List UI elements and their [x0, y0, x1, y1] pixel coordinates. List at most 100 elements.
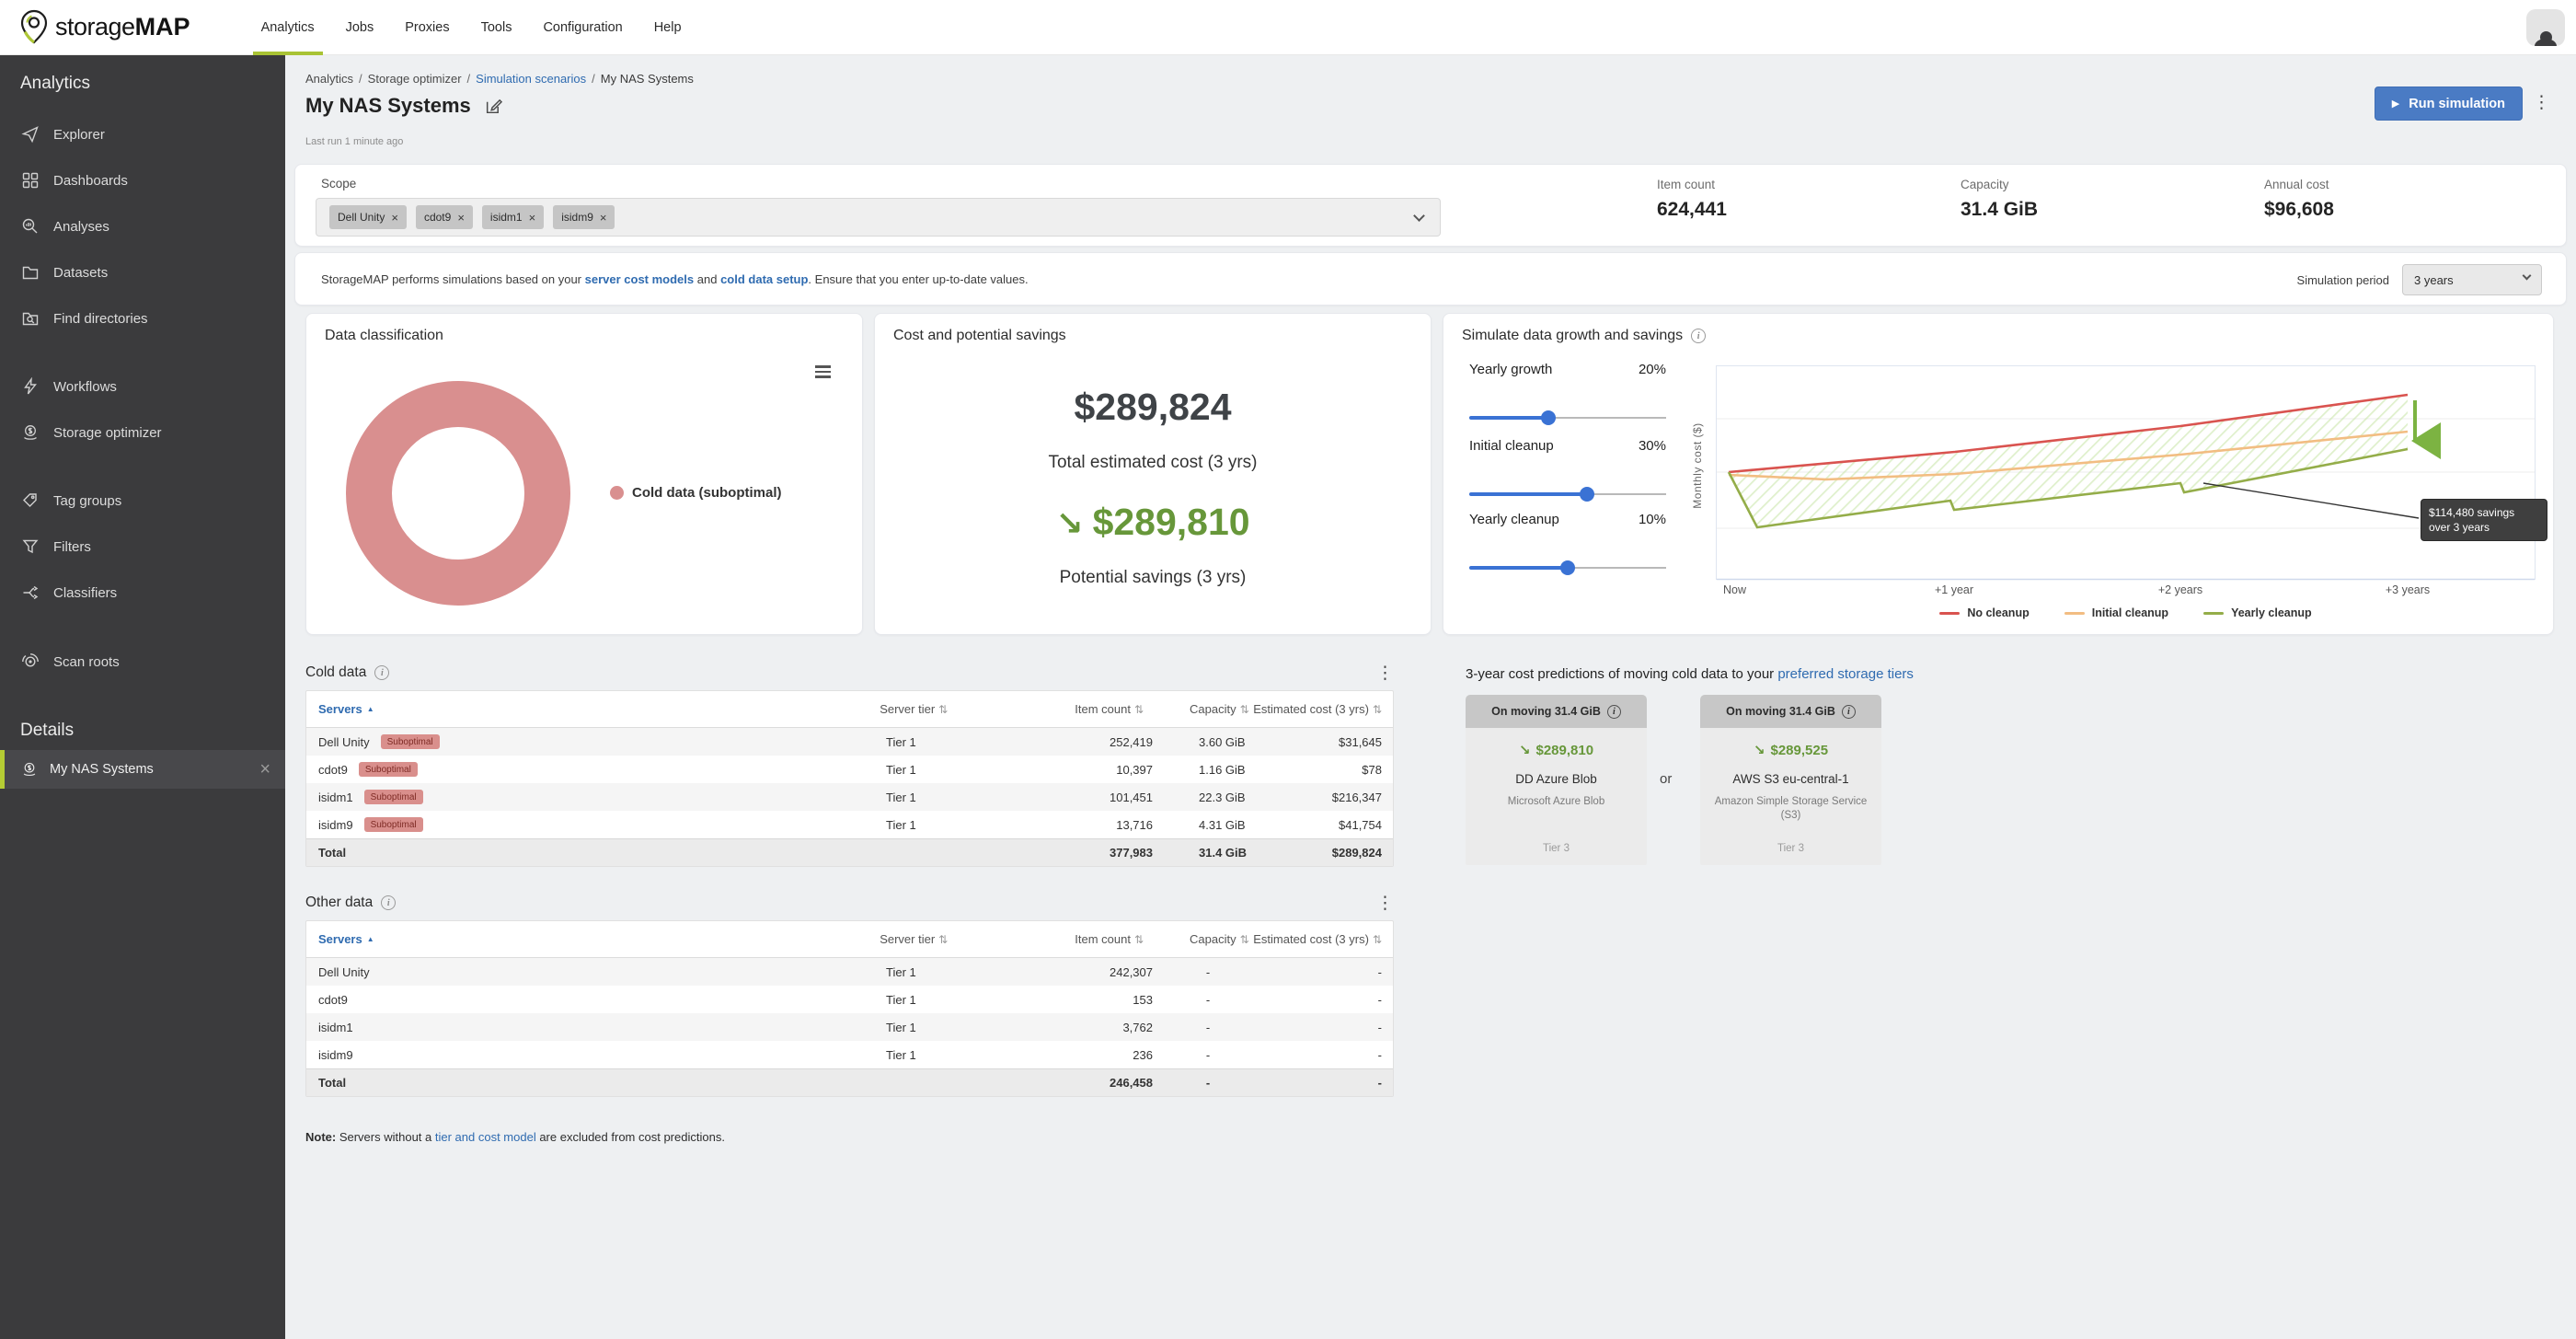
table-row: isidm9Suboptimal Tier 113,716 4.31 GiB$4… [306, 811, 1393, 838]
sidebar-item-datasets[interactable]: Datasets [0, 249, 285, 295]
slider-thumb[interactable] [1541, 410, 1556, 425]
dollar-coin-icon [21, 423, 40, 442]
sidebar-item-storage-optimizer[interactable]: Storage optimizer [0, 410, 285, 456]
table-row: isidm1Suboptimal Tier 1101,451 22.3 GiB$… [306, 783, 1393, 811]
sort-icon: ⇅ [1240, 703, 1249, 716]
chart-legend: No cleanup Initial cleanup Yearly cleanu… [1716, 606, 2536, 619]
top-bar: storageMAP Analytics Jobs Proxies Tools … [0, 0, 2576, 55]
sort-item-count[interactable]: Item count⇅ [1007, 932, 1144, 946]
scope-label: Scope [321, 177, 356, 190]
chart-menu-icon[interactable] [815, 365, 831, 381]
sidebar-item-explorer[interactable]: Explorer [0, 111, 285, 157]
sort-server-tier[interactable]: Server tier⇅ [880, 932, 1006, 946]
yearly-cleanup-slider[interactable] [1469, 560, 1666, 575]
sort-server-tier[interactable]: Server tier⇅ [880, 702, 1006, 716]
sidebar-item-filters[interactable]: Filters [0, 524, 285, 570]
server-cost-models-link[interactable]: server cost models [585, 272, 695, 286]
edit-title-button[interactable] [484, 97, 503, 116]
breadcrumb-simulation-scenarios-link[interactable]: Simulation scenarios [476, 72, 586, 86]
growth-chart: Now +1 year +2 years +3 years [1716, 365, 2536, 602]
cold-data-title: Cold datai [305, 664, 389, 681]
card-title: Data classification [325, 328, 443, 344]
other-data-kebab-menu[interactable]: ⋮ [1376, 895, 1394, 912]
or-separator: or [1660, 771, 1672, 787]
footnote: Note: Servers without a tier and cost mo… [305, 1130, 725, 1144]
card-title: Simulate data growth and savings [1462, 328, 1683, 344]
remove-tag-icon[interactable]: × [529, 211, 536, 225]
table-row: Dell UnityTier 1 242,307- - [306, 958, 1393, 986]
cold-data-kebab-menu[interactable]: ⋮ [1376, 664, 1394, 682]
sort-asc-icon: ▲ [367, 705, 374, 713]
user-avatar[interactable] [2526, 9, 2565, 46]
remove-tag-icon[interactable]: × [391, 211, 398, 225]
sort-estimated-cost[interactable]: Estimated cost (3 yrs)⇅ [1253, 702, 1393, 716]
nav-tools[interactable]: Tools [466, 0, 528, 55]
sort-servers[interactable]: Servers [318, 932, 362, 946]
slider-thumb[interactable] [1560, 560, 1575, 575]
sidebar-item-scan-roots[interactable]: Scan roots [0, 639, 285, 685]
map-pin-icon [18, 8, 50, 47]
sidebar-item-workflows[interactable]: Workflows [0, 364, 285, 410]
scope-multiselect[interactable]: Dell Unity× cdot9× isidm1× isidm9× [316, 198, 1441, 237]
main-content: Analytics/Storage optimizer/Simulation s… [285, 55, 2576, 1339]
table-total-row: Total 246,458- - [306, 1068, 1393, 1096]
initial-cleanup-slider-group: Initial cleanup30% [1469, 438, 1666, 502]
sort-capacity[interactable]: Capacity⇅ [1144, 932, 1253, 946]
info-icon[interactable]: i [1691, 329, 1706, 343]
magnifier-chart-icon [21, 217, 40, 236]
sort-servers[interactable]: Servers [318, 702, 362, 716]
yearly-growth-slider[interactable] [1469, 410, 1666, 425]
tier-and-cost-model-link[interactable]: tier and cost model [435, 1130, 536, 1144]
run-simulation-button[interactable]: ▶ Run simulation [2375, 87, 2523, 121]
last-run-status: Last run 1 minute ago [305, 136, 403, 147]
x-tick-3years: +3 years [2386, 583, 2430, 596]
sort-item-count[interactable]: Item count⇅ [1007, 702, 1144, 716]
savings-tooltip: $114,480 savings over 3 years [2421, 499, 2547, 541]
info-icon[interactable]: i [1842, 705, 1856, 719]
prediction-provider: Microsoft Azure Blob [1508, 795, 1604, 809]
nav-analytics[interactable]: Analytics [246, 0, 330, 55]
sidebar-item-find-directories[interactable]: Find directories [0, 295, 285, 341]
prediction-savings: ↘$289,525 [1754, 742, 1828, 758]
info-icon[interactable]: i [1607, 705, 1621, 719]
breadcrumb-current: My NAS Systems [601, 72, 694, 86]
funnel-icon [21, 537, 40, 556]
breadcrumb: Analytics/Storage optimizer/Simulation s… [305, 72, 694, 86]
sidebar-item-analyses[interactable]: Analyses [0, 203, 285, 249]
initial-cleanup-slider[interactable] [1469, 487, 1666, 502]
legend-dash [1939, 612, 1960, 615]
details-item-my-nas-systems[interactable]: My NAS Systems × [0, 750, 285, 789]
remove-tag-icon[interactable]: × [600, 211, 607, 225]
folder-icon [21, 263, 40, 282]
x-tick-now: Now [1723, 583, 1747, 596]
sidebar-item-classifiers[interactable]: Classifiers [0, 570, 285, 616]
nav-jobs[interactable]: Jobs [330, 0, 390, 55]
banner-text: StorageMAP performs simulations based on… [321, 272, 1029, 286]
close-icon[interactable]: × [259, 760, 270, 779]
storagemap-logo[interactable]: storageMAP [18, 8, 190, 47]
simulation-period-select[interactable]: 3 years [2402, 264, 2542, 295]
legend-dash [2064, 612, 2085, 615]
slider-thumb[interactable] [1580, 487, 1594, 502]
sort-icon: ⇅ [938, 933, 948, 946]
info-icon[interactable]: i [374, 665, 389, 680]
nav-proxies[interactable]: Proxies [389, 0, 465, 55]
prediction-option-aws: On moving 31.4 GiBi ↘$289,525 AWS S3 eu-… [1700, 695, 1881, 865]
nav-help[interactable]: Help [638, 0, 697, 55]
suboptimal-badge: Suboptimal [364, 817, 423, 832]
sort-estimated-cost[interactable]: Estimated cost (3 yrs)⇅ [1253, 932, 1393, 946]
prediction-provider: Amazon Simple Storage Service (S3) [1708, 795, 1874, 823]
simulate-growth-card: Simulate data growth and savings i Yearl… [1443, 313, 2554, 635]
sidebar-item-tag-groups[interactable]: Tag groups [0, 478, 285, 524]
remove-tag-icon[interactable]: × [457, 211, 465, 225]
cold-data-setup-link[interactable]: cold data setup [720, 272, 808, 286]
preferred-storage-tiers-link[interactable]: preferred storage tiers [1777, 666, 1914, 682]
sidebar-item-dashboards[interactable]: Dashboards [0, 157, 285, 203]
sort-capacity[interactable]: Capacity⇅ [1144, 702, 1253, 716]
card-title: Cost and potential savings [893, 328, 1066, 344]
info-icon[interactable]: i [381, 895, 396, 910]
page-kebab-menu[interactable]: ⋮ [2533, 94, 2550, 111]
down-right-arrow-icon: ↘ [1754, 743, 1765, 758]
prediction-savings: ↘$289,810 [1519, 742, 1593, 758]
nav-configuration[interactable]: Configuration [527, 0, 638, 55]
